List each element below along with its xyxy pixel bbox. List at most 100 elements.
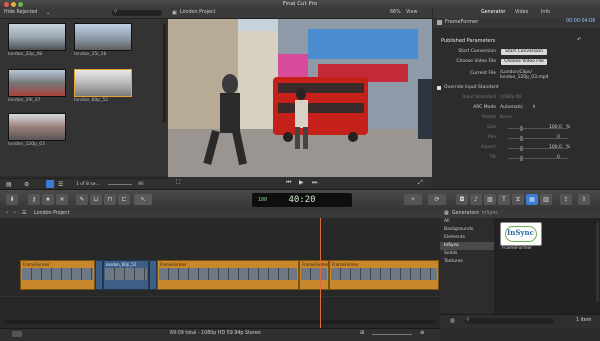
- arc-mode-value[interactable]: Automatic: [500, 104, 523, 112]
- category-insync[interactable]: InSync: [440, 242, 494, 250]
- transform-icon[interactable]: ⛶: [176, 179, 180, 187]
- forward-arrow-icon[interactable]: ›: [14, 210, 16, 216]
- filmstrip-view-button[interactable]: [46, 180, 54, 188]
- filmstrip-icon[interactable]: ▤: [6, 181, 12, 188]
- timecode-display[interactable]: 100 40:20: [252, 193, 352, 207]
- aspect-unit: %: [566, 145, 571, 150]
- generators-scrollbar[interactable]: [596, 222, 599, 302]
- zoom-slider[interactable]: [108, 184, 132, 185]
- browser-clip[interactable]: london_60p_52: [74, 69, 132, 103]
- dropdown-icon[interactable]: ⇕: [532, 104, 536, 112]
- sidebar-toggle-icon[interactable]: ▥: [450, 318, 455, 324]
- browser-clip[interactable]: london_22p_48: [8, 23, 66, 57]
- reset-icon[interactable]: ↶: [577, 37, 581, 43]
- previous-frame-icon[interactable]: ⏮: [286, 179, 291, 187]
- all-clips-selector[interactable]: All: [138, 182, 144, 187]
- category-all[interactable]: All: [440, 218, 494, 226]
- photo-icon[interactable]: ▧: [484, 194, 496, 205]
- next-frame-icon[interactable]: ⏭: [312, 179, 317, 187]
- timeline-index-button[interactable]: [12, 331, 22, 337]
- gear-icon[interactable]: ⚙: [24, 181, 29, 188]
- timeline-footer: 69:09 total - 1080p HD 59.94p Stereo ⊞ ⊕: [0, 328, 440, 341]
- background-tasks-icon[interactable]: ⇧: [578, 194, 590, 205]
- tab-video[interactable]: Video: [515, 10, 528, 15]
- music-icon[interactable]: ♪: [470, 194, 482, 205]
- zoom-window-button[interactable]: [18, 2, 23, 7]
- browser-clip[interactable]: london_25i_2b: [74, 23, 132, 57]
- size-value[interactable]: 100.0: [549, 124, 562, 132]
- playhead[interactable]: [320, 218, 321, 328]
- enhance-icon[interactable]: ✎: [76, 194, 88, 205]
- generators-category-list: All Backgrounds Elements InSync Solids T…: [440, 218, 494, 314]
- favorite-icon[interactable]: ★: [42, 194, 54, 205]
- start-conversion-button[interactable]: Start Conversion: [501, 49, 547, 55]
- tab-info[interactable]: Info: [541, 10, 550, 15]
- import-icon[interactable]: ⬇: [6, 194, 18, 205]
- clip-appearance-icon[interactable]: ⊞: [360, 330, 364, 336]
- reject-icon[interactable]: ✕: [56, 194, 68, 205]
- category-elements[interactable]: Elements: [440, 234, 494, 242]
- timeline-clip[interactable]: FrameFormer: [157, 260, 299, 290]
- hide-rejected-filter[interactable]: Hide Rejected: [4, 10, 37, 15]
- select-tool-icon[interactable]: ↖: [134, 194, 152, 205]
- timeline-clip[interactable]: FrameFormer: [299, 260, 329, 290]
- timeline-clip[interactable]: FrameFormer: [20, 260, 95, 290]
- generators-icon[interactable]: ▦: [526, 194, 538, 205]
- override-checkbox[interactable]: [437, 86, 441, 90]
- slider-knob[interactable]: [520, 136, 523, 141]
- retime-icon[interactable]: ⟳: [428, 194, 446, 205]
- aspect-value[interactable]: 100.0: [549, 144, 562, 152]
- slider-knob[interactable]: [520, 146, 523, 151]
- category-solids[interactable]: Solids: [440, 250, 494, 258]
- generators-search-input[interactable]: ⚲: [464, 317, 554, 324]
- event-browser: Hide Rejected ⌄ ⚲ london_22p_48 london_2…: [0, 9, 168, 176]
- append-clip-icon[interactable]: ⊏: [118, 194, 130, 205]
- browser-clip[interactable]: london_29i_37: [8, 69, 66, 103]
- timeline-scrollbar[interactable]: [4, 320, 436, 324]
- fullscreen-icon[interactable]: ⤢: [418, 179, 423, 187]
- browser-scrollbar[interactable]: [163, 23, 166, 123]
- timeline-track-area[interactable]: FrameFormer london_60p_52 FrameFormer Fr…: [0, 226, 440, 328]
- slider-knob[interactable]: [520, 156, 523, 161]
- share-icon[interactable]: ⇪: [560, 194, 572, 205]
- timeline-zoom-slider[interactable]: [372, 334, 412, 335]
- tilt-value[interactable]: 0: [557, 154, 560, 162]
- frameformer-thumbnail[interactable]: InSync: [500, 222, 542, 246]
- insert-clip-icon[interactable]: ⊓: [104, 194, 116, 205]
- frameformer-label: FrameFormer: [502, 246, 532, 251]
- browser-search-input[interactable]: ⚲: [112, 9, 162, 16]
- timeline-clip[interactable]: FrameFormer: [329, 260, 439, 290]
- close-window-button[interactable]: [4, 2, 9, 7]
- back-arrow-icon[interactable]: ‹: [6, 210, 8, 216]
- input-standard-value[interactable]: 1080p 60: [500, 94, 521, 102]
- keyword-icon[interactable]: ⚷: [28, 194, 40, 205]
- minimize-window-button[interactable]: [11, 2, 16, 7]
- view-menu[interactable]: View: [406, 10, 417, 15]
- choose-video-button[interactable]: Choose Video File: [501, 59, 547, 65]
- clip-filmstrip: [331, 268, 437, 280]
- timeline-clip-selected[interactable]: london_60p_52: [103, 260, 149, 290]
- category-textures[interactable]: Textures: [440, 258, 494, 266]
- zoom-level[interactable]: 66%: [390, 10, 401, 15]
- transitions-icon[interactable]: ⧖: [512, 194, 524, 205]
- pan-value[interactable]: 0: [557, 134, 560, 142]
- effects-tool-icon[interactable]: ✧: [404, 194, 422, 205]
- themes-icon[interactable]: ▥: [540, 194, 552, 205]
- viewer-frame[interactable]: [168, 19, 432, 177]
- filter-dropdown-icon[interactable]: ⌄: [46, 10, 50, 16]
- generators-subtitle: InSync: [482, 211, 499, 216]
- slider-knob[interactable]: [520, 126, 523, 131]
- category-backgrounds[interactable]: Backgrounds: [440, 226, 494, 234]
- list-view-icon[interactable]: ☰: [58, 181, 63, 188]
- transition-marker[interactable]: [95, 260, 103, 290]
- connect-clip-icon[interactable]: ⊔: [90, 194, 102, 205]
- play-icon[interactable]: ▶: [299, 179, 304, 186]
- tab-generator[interactable]: Generator: [481, 10, 505, 15]
- transition-marker[interactable]: [149, 260, 157, 290]
- camera-icon[interactable]: ◘: [456, 194, 468, 205]
- timeline-index-icon[interactable]: ☰: [22, 210, 26, 216]
- titles-icon[interactable]: T: [498, 194, 510, 205]
- preset-value[interactable]: None: [500, 114, 512, 122]
- browser-clip[interactable]: london_120p_03: [8, 113, 66, 147]
- zoom-in-icon[interactable]: ⊕: [420, 330, 424, 336]
